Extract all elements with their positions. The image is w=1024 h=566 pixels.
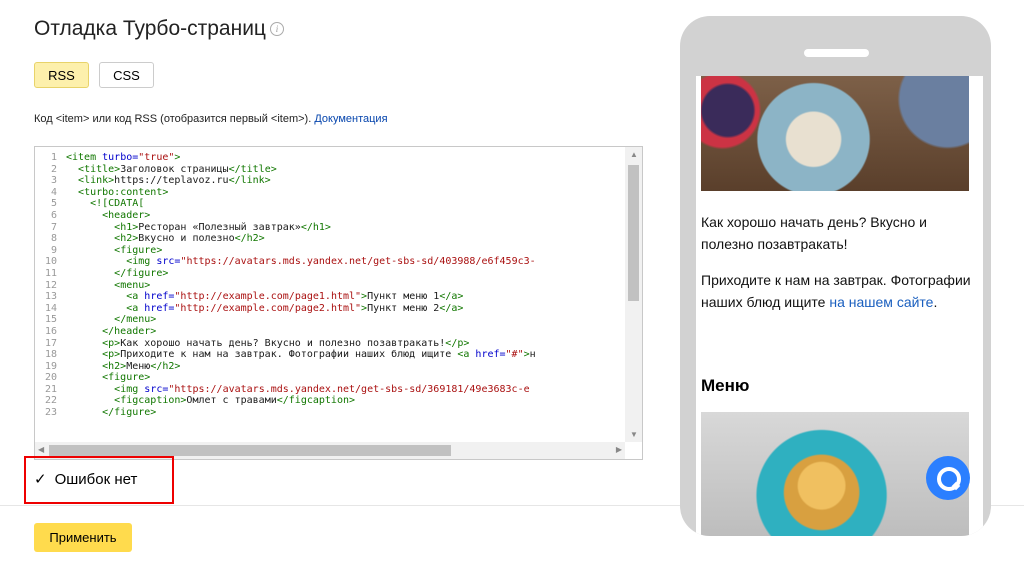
code-line[interactable]: 4 <turbo:content> bbox=[35, 187, 625, 199]
code-line[interactable]: 18 <p>Приходите к нам на завтрак. Фотогр… bbox=[35, 349, 625, 361]
code-line[interactable]: 20 <figure> bbox=[35, 372, 625, 384]
tab-css[interactable]: CSS bbox=[99, 62, 154, 88]
code-line[interactable]: 14 <a href="http://example.com/page2.htm… bbox=[35, 303, 625, 315]
editor-hint: Код <item> или код RSS (отобразится перв… bbox=[34, 113, 388, 125]
code-editor[interactable]: 1 <item turbo="true"> 2 <title>Заголовок с… bbox=[34, 146, 643, 460]
code-line-text[interactable]: <img src="https://avatars.mds.yandex.net… bbox=[66, 384, 529, 396]
line-number: 13 bbox=[44, 291, 57, 303]
vertical-scroll-thumb[interactable] bbox=[628, 165, 639, 301]
status-text: Ошибок нет bbox=[54, 471, 138, 488]
line-number: 3 bbox=[50, 175, 57, 187]
code-area[interactable]: 1 <item turbo="true"> 2 <title>Заголовок с… bbox=[35, 152, 625, 442]
our-site-link[interactable]: на нашем сайте bbox=[829, 294, 933, 310]
code-line-text[interactable]: <img src="https://avatars.mds.yandex.net… bbox=[66, 256, 535, 268]
line-number: 23 bbox=[44, 407, 57, 419]
line-number: 16 bbox=[44, 325, 57, 337]
line-number: 6 bbox=[50, 209, 57, 221]
line-number: 1 bbox=[50, 152, 57, 163]
code-line-text[interactable]: <a href="http://example.com/page2.html">… bbox=[66, 303, 463, 315]
code-line[interactable]: 15 </menu> bbox=[35, 314, 625, 326]
code-line-text[interactable]: </figure> bbox=[66, 407, 156, 419]
line-number: 20 bbox=[44, 372, 57, 384]
code-line[interactable]: 21 <img src="https://avatars.mds.yandex.… bbox=[35, 384, 625, 396]
scroll-up-icon[interactable]: ▲ bbox=[630, 150, 638, 159]
code-line[interactable]: 2 <title>Заголовок страницы</title> bbox=[35, 164, 625, 176]
code-line-text[interactable]: <header> bbox=[66, 210, 150, 222]
line-number: 8 bbox=[50, 233, 57, 245]
scroll-down-icon[interactable]: ▼ bbox=[630, 430, 638, 439]
code-line-text[interactable]: <turbo:content> bbox=[66, 187, 168, 199]
code-line[interactable]: 19 <h2>Меню</h2> bbox=[35, 361, 625, 373]
page-title: Отладка Турбо-страниц i bbox=[34, 17, 284, 41]
code-line-text[interactable]: </figure> bbox=[66, 268, 168, 280]
code-line[interactable]: 16 </header> bbox=[35, 326, 625, 338]
tab-rss[interactable]: RSS bbox=[34, 62, 89, 88]
preview-paragraph-2: Приходите к нам на завтрак. Фотографии н… bbox=[701, 269, 971, 313]
line-number: 7 bbox=[50, 221, 57, 233]
line-number: 22 bbox=[44, 395, 57, 407]
code-line-text[interactable]: <figure> bbox=[66, 245, 162, 257]
checkmark-icon: ✓ bbox=[34, 471, 47, 488]
line-number: 18 bbox=[44, 349, 57, 361]
code-line-text[interactable]: </menu> bbox=[66, 314, 156, 326]
code-line[interactable]: 1 <item turbo="true"> bbox=[35, 152, 625, 164]
code-line-text[interactable]: <h2>Меню</h2> bbox=[66, 361, 180, 373]
vertical-scrollbar[interactable]: ▲ ▼ bbox=[625, 147, 642, 442]
code-line[interactable]: 12 <menu> bbox=[35, 280, 625, 292]
horizontal-scroll-thumb[interactable] bbox=[49, 445, 451, 456]
scroll-right-icon[interactable]: ▶ bbox=[616, 445, 622, 454]
line-number: 10 bbox=[44, 256, 57, 268]
code-line[interactable]: 8 <h2>Вкусно и полезно</h2> bbox=[35, 233, 625, 245]
line-number: 15 bbox=[44, 314, 57, 326]
code-line[interactable]: 9 <figure> bbox=[35, 245, 625, 257]
code-line[interactable]: 5 <![CDATA[ bbox=[35, 198, 625, 210]
code-line-text[interactable]: <p>Как хорошо начать день? Вкусно и поле… bbox=[66, 338, 469, 350]
code-line-text[interactable]: <![CDATA[ bbox=[66, 198, 144, 210]
apply-button[interactable]: Применить bbox=[34, 523, 132, 552]
code-line[interactable]: 10 <img src="https://avatars.mds.yandex.… bbox=[35, 256, 625, 268]
code-line-text[interactable]: <figure> bbox=[66, 372, 150, 384]
preview-menu-heading: Меню bbox=[701, 376, 750, 395]
line-number: 12 bbox=[44, 279, 57, 291]
phone-speaker bbox=[804, 49, 869, 57]
preview-paragraph-2-end: . bbox=[933, 294, 938, 310]
info-icon[interactable]: i bbox=[269, 22, 284, 36]
validation-status: ✓ Ошибок нет bbox=[34, 470, 137, 488]
code-line[interactable]: 13 <a href="http://example.com/page1.htm… bbox=[35, 291, 625, 303]
code-line-text[interactable]: <title>Заголовок страницы</title> bbox=[66, 164, 277, 176]
line-number: 19 bbox=[44, 360, 57, 372]
code-line-text[interactable]: <figcaption>Омлет с травами</figcaption> bbox=[66, 395, 355, 407]
code-line[interactable]: 3 <link>https://teplavoz.ru</link> bbox=[35, 175, 625, 187]
breakfast-photo bbox=[701, 76, 969, 191]
code-line-text[interactable]: <p>Приходите к нам на завтрак. Фотографи… bbox=[66, 349, 536, 361]
code-line[interactable]: 17 <p>Как хорошо начать день? Вкусно и п… bbox=[35, 338, 625, 350]
hint-text: Код <item> или код RSS (отобразится перв… bbox=[34, 113, 312, 125]
code-line-text[interactable]: </header> bbox=[66, 326, 156, 338]
code-line-text[interactable]: <menu> bbox=[66, 280, 150, 292]
line-number: 2 bbox=[50, 163, 57, 175]
code-line[interactable]: 23 </figure> bbox=[35, 407, 625, 419]
line-number: 14 bbox=[44, 302, 57, 314]
code-line-text[interactable]: <link>https://teplavoz.ru</link> bbox=[66, 175, 271, 187]
page-title-text: Отладка Турбо-страниц bbox=[34, 17, 266, 40]
code-line[interactable]: 7 <h1>Ресторан «Полезный завтрак»</h1> bbox=[35, 222, 625, 234]
line-number: 11 bbox=[44, 267, 57, 279]
documentation-link[interactable]: Документация bbox=[314, 113, 387, 125]
code-line-text[interactable]: <a href="http://example.com/page1.html">… bbox=[66, 291, 463, 303]
code-line-text[interactable]: <item turbo="true"> bbox=[66, 152, 180, 164]
line-number: 4 bbox=[50, 186, 57, 198]
line-number: 17 bbox=[44, 337, 57, 349]
line-number: 5 bbox=[50, 198, 57, 210]
line-number: 21 bbox=[44, 383, 57, 395]
assistant-button[interactable] bbox=[926, 456, 970, 500]
code-line[interactable]: 6 <header> bbox=[35, 210, 625, 222]
code-line[interactable]: 11 </figure> bbox=[35, 268, 625, 280]
preview-paragraph-1: Как хорошо начать день? Вкусно и полезно… bbox=[701, 214, 927, 252]
code-line-text[interactable]: <h2>Вкусно и полезно</h2> bbox=[66, 233, 265, 245]
code-line-text[interactable]: <h1>Ресторан «Полезный завтрак»</h1> bbox=[66, 222, 331, 234]
code-line[interactable]: 22 <figcaption>Омлет с травами</figcapti… bbox=[35, 395, 625, 407]
scroll-left-icon[interactable]: ◀ bbox=[38, 445, 44, 454]
line-number: 9 bbox=[50, 244, 57, 256]
